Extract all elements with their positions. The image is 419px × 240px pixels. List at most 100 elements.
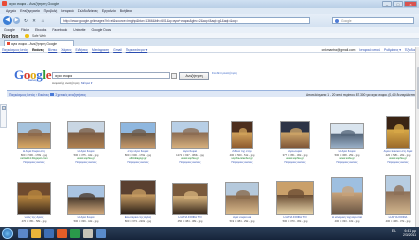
image-meta: 519 × 384 - 29k - jpg — [229, 219, 255, 223]
dome-shape — [341, 129, 355, 137]
dome-shape — [183, 191, 199, 200]
dome-shape — [79, 192, 95, 201]
app-icon[interactable] — [83, 229, 93, 238]
media-player-icon[interactable] — [44, 229, 54, 238]
window-controls: – □ × — [382, 0, 417, 7]
dome-shape — [290, 128, 302, 136]
image-meta: 470 × 351 - 58k - jpg — [21, 219, 47, 223]
reload-icon[interactable]: ↻ — [23, 17, 29, 24]
breadcrumb[interactable]: Παγκόσμιος Ιστός › Εικόνες — [9, 93, 49, 97]
image-meta: 400 × 466 - 37k - jpg — [385, 219, 411, 223]
gbar-link-maps[interactable]: Χάρτες — [61, 48, 71, 52]
web-search-box[interactable]: Google — [332, 17, 414, 24]
image-thumbnail[interactable] — [225, 182, 259, 215]
image-meta: 500 × 339 - 44k - jpg — [73, 219, 99, 223]
system-tray: EL 6:41 μμ 2/3/2011 — [392, 229, 416, 238]
tab-active[interactable]: αγια σοφια - Αναζήτηση Google — [4, 39, 74, 46]
firefox-taskbar-icon[interactable] — [57, 229, 67, 238]
image-meta: 450 × 384 - 38k - jpg — [177, 219, 203, 223]
related-icon — [50, 92, 54, 96]
web-history-link[interactable]: Ιστορικό ιστού — [359, 48, 380, 52]
dome-shape — [394, 124, 404, 133]
similar-images-link[interactable]: Παρόμοιες εικόνες — [60, 161, 112, 164]
vertical-scrollbar[interactable] — [415, 47, 419, 227]
explorer-icon[interactable] — [31, 229, 41, 238]
image-thumbnail[interactable] — [331, 177, 363, 215]
gbar-link-more[interactable]: Περισσότερα ▾ — [126, 48, 147, 52]
image-thumbnail[interactable] — [67, 121, 105, 149]
title-bar: αγια σοφια - Αναζήτηση Google – □ × — [0, 0, 419, 8]
maximize-button[interactable]: □ — [393, 0, 403, 7]
dome-shape — [238, 128, 248, 136]
search-placeholder: Google — [341, 19, 352, 23]
dome-shape — [28, 190, 42, 199]
dome-shape — [236, 190, 250, 199]
gbar-link-video[interactable]: Βίντεο — [48, 48, 57, 52]
gbar-link-images[interactable]: Εικόνες — [32, 48, 44, 52]
window-title: αγια σοφια - Αναζήτηση Google — [9, 1, 60, 6]
side-panel-toggle[interactable]: × — [0, 104, 7, 128]
gbar-link-web[interactable]: Παγκόσμιος Ιστός — [2, 48, 28, 52]
keyboard-icon[interactable] — [171, 72, 177, 79]
image-meta: 500 × 370 - 36k - jpg — [282, 219, 308, 223]
panel-close-icon[interactable]: × — [2, 106, 6, 110]
back-button[interactable]: ◀ — [3, 16, 12, 25]
image-thumbnail[interactable] — [17, 182, 51, 215]
advanced-search-link[interactable]: Σύνθετη Αναζήτηση — [212, 71, 242, 75]
image-meta: 800 × 673 - 220k - jpg — [124, 219, 152, 223]
image-thumbnail[interactable] — [276, 181, 314, 215]
settings-link[interactable]: Ρυθμίσεις ▾ — [384, 48, 401, 52]
address-bar[interactable]: http://www.google.gr/images?hl=el&source… — [60, 17, 310, 24]
clock-date: 2/3/2011 — [403, 233, 416, 238]
stop-icon[interactable]: ✕ — [31, 17, 37, 24]
image-thumbnail[interactable] — [172, 183, 208, 215]
gbar-link-news[interactable]: Ειδήσεις — [76, 48, 88, 52]
image-thumbnail[interactable] — [120, 180, 156, 215]
search-button[interactable]: Αναζήτηση — [179, 71, 209, 80]
app-icon[interactable] — [70, 229, 80, 238]
forward-button[interactable]: ▶ — [13, 17, 20, 24]
results-stats: Αποτελέσματα 1 - 20 από περίπου 87.300 γ… — [305, 92, 417, 97]
dome-shape — [341, 186, 355, 196]
image-thumbnail[interactable] — [386, 116, 410, 149]
google-favicon-icon — [6, 41, 10, 46]
image-thumbnail[interactable] — [330, 123, 364, 149]
google-logo[interactable]: Google Εικόνες — [14, 67, 52, 83]
tab-strip: αγια σοφια - Αναζήτηση Google — [0, 39, 419, 46]
image-thumbnail[interactable] — [280, 121, 310, 149]
results-bar: Παγκόσμιος Ιστός › Εικόνες Σχετικές αναζ… — [7, 90, 419, 97]
search-input[interactable]: αγια σοφια — [52, 72, 170, 79]
dome-shape — [393, 184, 405, 195]
similar-images-link[interactable]: Παρόμοιες εικόνες — [321, 161, 373, 164]
app-icon[interactable] — [96, 229, 106, 238]
minimize-button[interactable]: – — [382, 0, 392, 7]
close-button[interactable]: × — [404, 0, 417, 7]
image-thumbnail[interactable] — [171, 121, 209, 149]
similar-images-link[interactable]: Παρόμοιες εικόνες — [269, 161, 321, 164]
google-bar: Παγκόσμιος Ιστός Εικόνες Βίντεο Χάρτες Ε… — [0, 47, 419, 53]
gbar-link-gmail[interactable]: Gmail — [113, 48, 122, 52]
safesearch-dropdown[interactable]: Μέτρια ▾ — [81, 81, 92, 85]
image-thumbnail[interactable] — [120, 122, 156, 149]
image-thumbnail[interactable] — [17, 122, 51, 149]
language-indicator[interactable]: EL — [392, 229, 396, 233]
image-thumbnail[interactable] — [385, 175, 411, 215]
ie-icon[interactable] — [18, 229, 28, 238]
dome-shape — [131, 128, 147, 136]
similar-images-link[interactable]: Παρόμοιες εικόνες — [372, 161, 419, 164]
norton-seal-icon[interactable] — [25, 34, 29, 38]
start-button[interactable] — [2, 228, 13, 239]
similar-images-link[interactable]: Παρόμοιες εικόνες — [112, 161, 164, 164]
google-search-icon — [335, 19, 339, 23]
dome-shape — [183, 128, 199, 136]
image-thumbnail[interactable] — [67, 185, 105, 215]
similar-images-link[interactable]: Παρόμοιες εικόνες — [164, 161, 216, 164]
home-icon[interactable]: ⌂ — [40, 17, 46, 24]
gbar-link-translate[interactable]: Μετάφραση — [92, 48, 109, 52]
similar-images-link[interactable]: Παρόμοιες εικόνες — [216, 161, 268, 164]
image-thumbnail[interactable] — [231, 121, 253, 149]
dome-shape — [288, 189, 304, 198]
similar-images-link[interactable]: Παρόμοιες εικόνες — [8, 161, 60, 164]
related-searches-link[interactable]: Σχετικές αναζητήσεις — [55, 93, 86, 97]
norton-safe-web[interactable]: Safe Web — [32, 34, 46, 38]
